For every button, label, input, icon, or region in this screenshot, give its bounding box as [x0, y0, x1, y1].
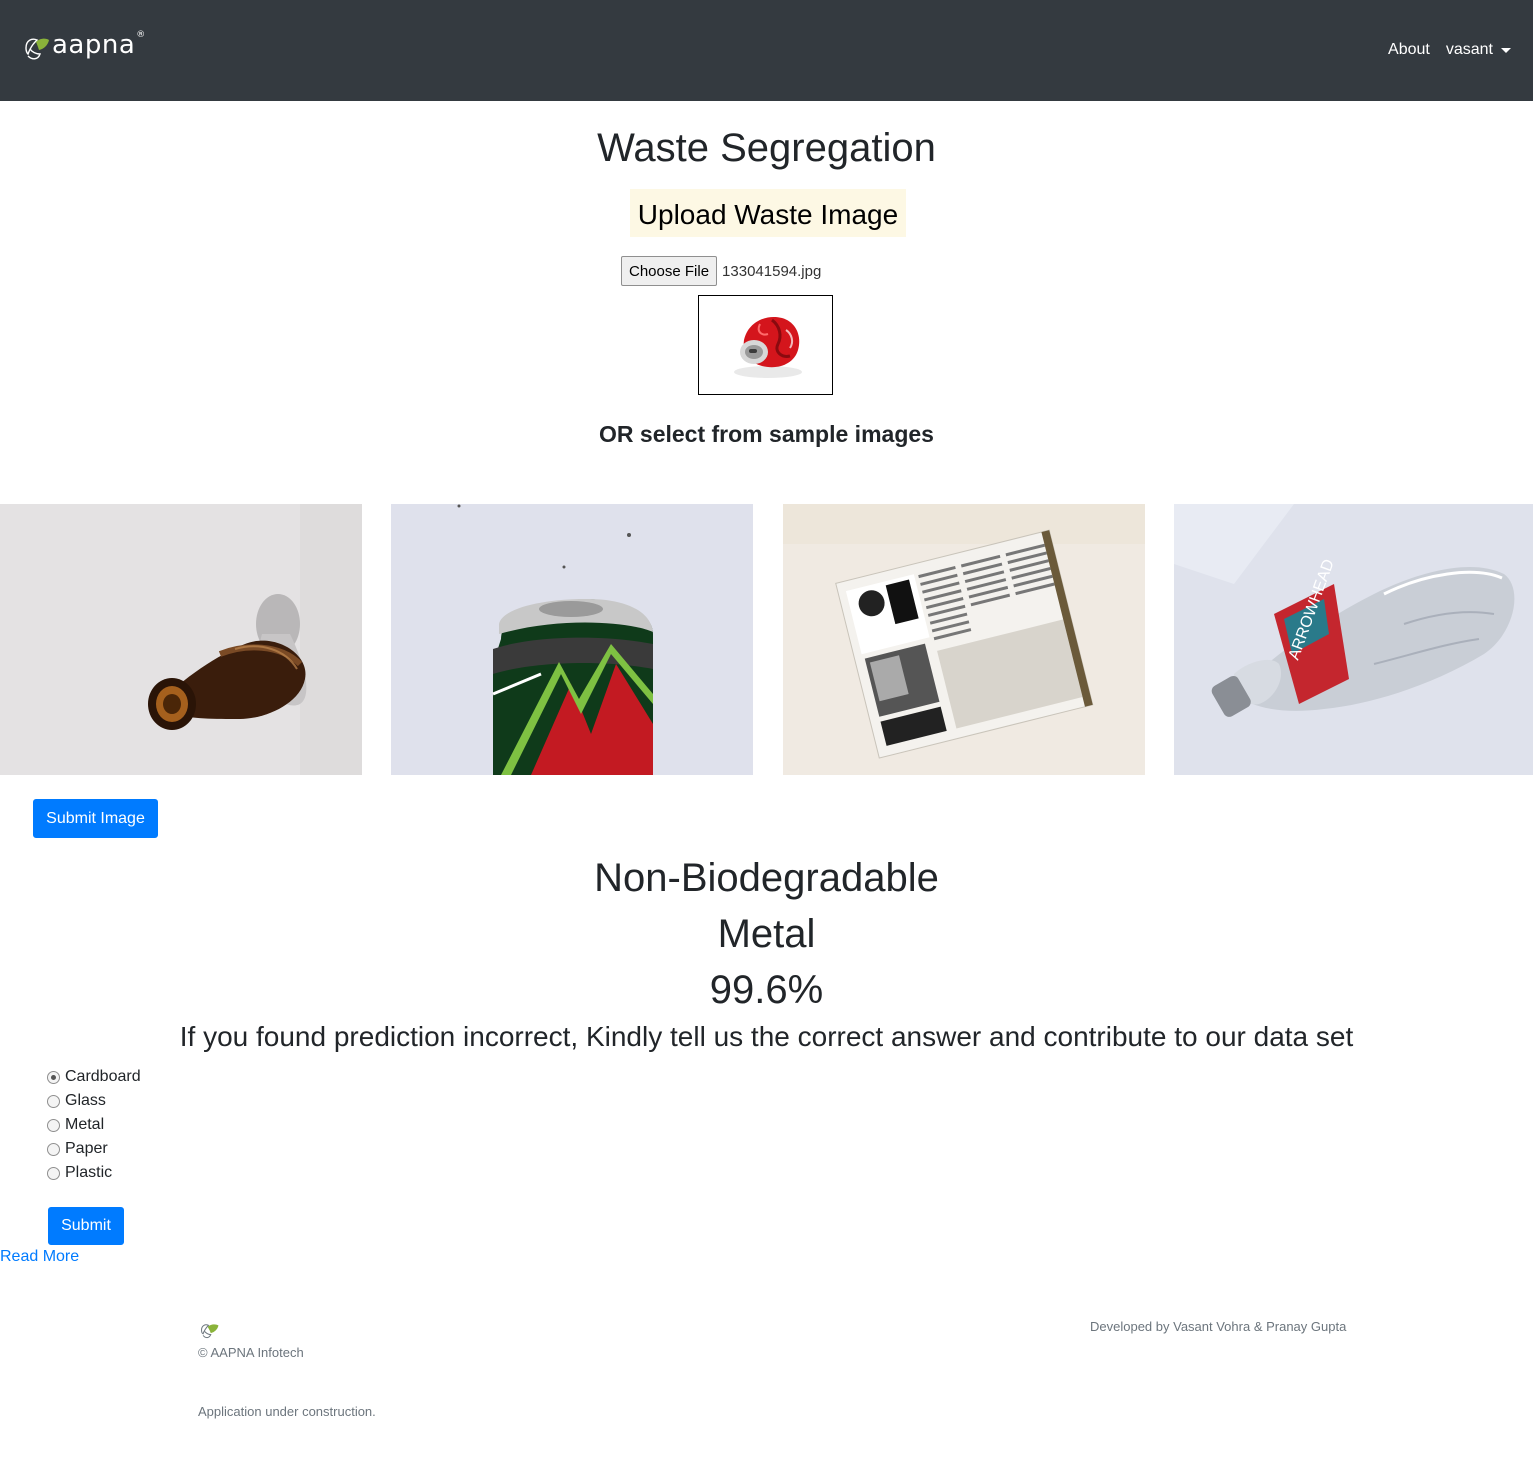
top-navbar: aapna® About vasant — [0, 0, 1533, 101]
feedback-heading: If you found prediction incorrect, Kindl… — [179, 1021, 1354, 1052]
radio-button[interactable] — [47, 1094, 60, 1108]
newspaper-photo — [783, 504, 1145, 775]
radio-option-metal[interactable]: Metal — [47, 1113, 141, 1137]
prediction-material: Metal — [717, 912, 816, 956]
prediction-confidence: 99.6% — [709, 968, 824, 1012]
footer-credit: Developed by Vasant Vohra & Pranay Gupta — [1090, 1319, 1347, 1334]
radio-label: Glass — [65, 1092, 106, 1109]
upload-heading: Upload Waste Image — [630, 189, 906, 237]
leaf-logo-icon — [25, 38, 49, 60]
radio-button[interactable] — [47, 1070, 60, 1084]
glass-bottle-photo — [0, 504, 362, 775]
caret-down-icon — [1501, 47, 1511, 53]
radio-option-glass[interactable]: Glass — [47, 1089, 141, 1113]
crushed-red-can-thumbnail — [733, 316, 802, 378]
read-more-link[interactable]: Read More — [0, 1248, 79, 1266]
feedback-submit-button[interactable]: Submit — [48, 1207, 124, 1245]
radio-option-cardboard[interactable]: Cardboard — [47, 1065, 141, 1089]
plastic-water-bottle-photo: ARROWHEAD — [1174, 504, 1533, 775]
nav-about-link[interactable]: About — [1388, 41, 1430, 59]
footer-copyright: © AAPNA Infotech — [198, 1345, 304, 1360]
radio-option-plastic[interactable]: Plastic — [47, 1161, 141, 1185]
selected-file-name: 133041594.jpg — [722, 262, 822, 280]
correct-label-radio-group: Cardboard Glass Metal Paper Plastic — [47, 1065, 141, 1185]
radio-button[interactable] — [47, 1118, 60, 1132]
brand-name: aapna® — [52, 30, 146, 60]
user-name: vasant — [1445, 41, 1493, 58]
sample-image-newspaper[interactable] — [783, 504, 1145, 775]
submit-image-button[interactable]: Submit Image — [33, 799, 158, 838]
page-title: Waste Segregation — [597, 126, 936, 170]
sample-image-soda-can[interactable] — [391, 504, 753, 775]
radio-option-paper[interactable]: Paper — [47, 1137, 141, 1161]
prediction-category: Non-Biodegradable — [594, 856, 939, 900]
green-soda-can-photo — [391, 504, 753, 775]
choose-file-button[interactable]: Choose File — [621, 256, 718, 286]
radio-button[interactable] — [47, 1166, 60, 1180]
radio-label: Cardboard — [65, 1068, 141, 1085]
sample-images-heading: OR select from sample images — [599, 421, 934, 447]
sample-image-plastic-bottle[interactable]: ARROWHEAD — [1174, 504, 1533, 775]
radio-label: Metal — [65, 1116, 105, 1133]
brand-link[interactable]: aapna® — [22, 30, 146, 64]
nav-menu: About vasant — [1388, 41, 1511, 59]
radio-label: Paper — [65, 1140, 108, 1157]
sample-image-glass-bottle[interactable] — [0, 504, 362, 775]
uploaded-image-preview — [698, 295, 833, 395]
radio-button[interactable] — [47, 1142, 60, 1156]
footer-note: Application under construction. — [198, 1404, 376, 1419]
file-input: Choose File 133041594.jpg — [621, 256, 821, 286]
radio-label: Plastic — [65, 1164, 113, 1181]
user-dropdown[interactable]: vasant — [1446, 41, 1511, 59]
leaf-logo-icon — [201, 1324, 219, 1339]
